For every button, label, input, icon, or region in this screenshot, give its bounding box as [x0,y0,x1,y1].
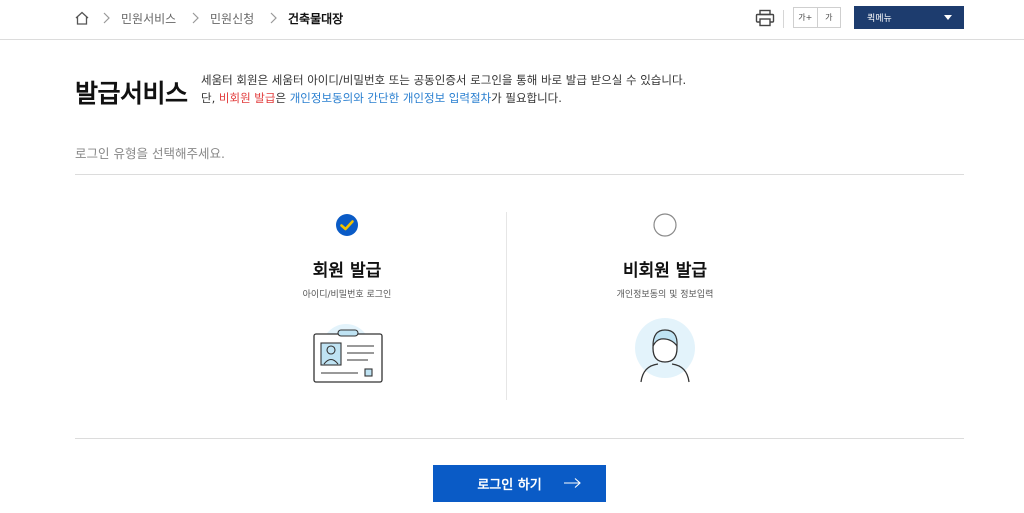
page-title: 발급서비스 [75,79,188,108]
option-member-subtitle: 아이디/비밀번호 로그인 [302,290,392,300]
option-guest-issue[interactable]: 비회원 발급 개인정보동의 및 정보입력 [540,200,790,400]
desc-guest-highlight: 비회원 발급 [218,91,276,105]
breadcrumb-item-apply[interactable]: 민원신청 [210,10,254,27]
description-line-1: 세움터 회원은 세움터 아이디/비밀번호 또는 공동인증서 로그인을 통해 바로… [201,71,686,89]
arrow-right-icon [564,478,581,488]
chevron-right-icon [103,12,110,24]
toolbar-divider [783,10,784,28]
desc-mid: 은 [275,91,290,105]
divider-top [75,174,964,175]
person-icon [635,318,695,383]
desc-text: 은 세움터 아이디/비밀번호 또는 공동인증서 로그인을 통해 바로 발급 받으… [257,73,687,87]
top-bar: 민원서비스 민원신청 건축물대장 가+ 가 퀵메뉴 [0,0,1024,40]
desc-strong: 세움터 회원 [201,73,258,87]
radio-empty-icon[interactable] [653,213,677,237]
chevron-right-icon [192,12,199,24]
font-larger-button[interactable]: 가+ [794,8,817,27]
chevron-right-icon [270,12,277,24]
desc-suffix: 가 필요합니다. [491,91,562,105]
option-member-title: 회원 발급 [312,261,382,281]
quick-menu-label: 퀵메뉴 [867,14,892,24]
login-button-label: 로그인 하기 [477,478,542,493]
desc-privacy-highlight: 개인정보동의와 간단한 개인정보 입력절차 [289,91,492,105]
caret-down-icon [944,15,952,20]
options-divider [506,212,507,400]
login-type-guide: 로그인 유형을 선택해주세요. [75,146,225,161]
check-circle-icon[interactable] [335,213,359,237]
page-description: 세움터 회원은 세움터 아이디/비밀번호 또는 공동인증서 로그인을 통해 바로… [201,71,686,107]
home-icon[interactable] [74,10,90,26]
font-size-controls: 가+ 가 [793,7,841,28]
desc-prefix: 단, [201,91,219,105]
option-guest-title: 비회원 발급 [622,261,708,281]
divider-bottom [75,438,964,439]
breadcrumb-item-current: 건축물대장 [288,12,344,26]
quick-menu-button[interactable]: 퀵메뉴 [854,6,964,29]
option-member-issue[interactable]: 회원 발급 아이디/비밀번호 로그인 [222,200,472,400]
option-guest-subtitle: 개인정보동의 및 정보입력 [616,290,714,300]
description-line-2: 단, 비회원 발급은 개인정보동의와 간단한 개인정보 입력절차가 필요합니다. [201,89,686,107]
font-normal-button[interactable]: 가 [816,8,840,27]
print-icon[interactable] [755,9,775,27]
id-card-icon [313,324,383,383]
breadcrumb-item-service[interactable]: 민원서비스 [121,10,176,27]
login-button[interactable]: 로그인 하기 [433,465,606,502]
